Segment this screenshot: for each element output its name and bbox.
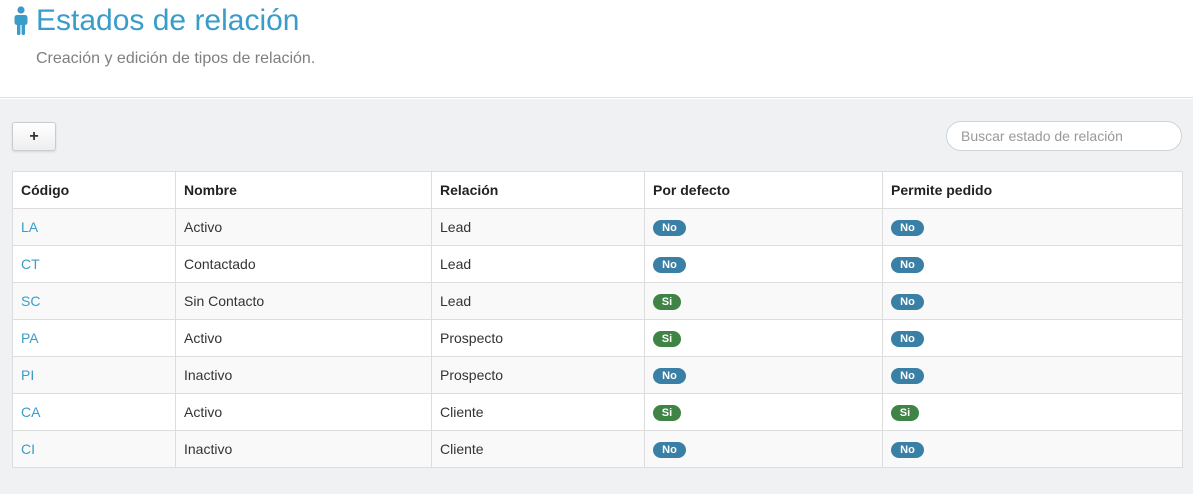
codigo-cell: CT [12,245,176,283]
column-header-nombre[interactable]: Nombre [175,171,432,209]
por-defecto-badge: No [653,442,686,458]
table-row[interactable]: CT Contactado Lead No No [12,245,1183,283]
por-defecto-cell: Si [644,319,883,357]
permite-pedido-cell: No [882,356,1183,394]
por-defecto-cell: Si [644,282,883,320]
table-row[interactable]: SC Sin Contacto Lead Si No [12,282,1183,320]
permite-pedido-badge: No [891,331,924,347]
permite-pedido-badge: No [891,257,924,273]
por-defecto-badge: No [653,220,686,236]
permite-pedido-badge: No [891,368,924,384]
table-row[interactable]: LA Activo Lead No No [12,208,1183,246]
por-defecto-cell: No [644,245,883,283]
column-header-permite-pedido[interactable]: Permite pedido [882,171,1183,209]
por-defecto-cell: Si [644,393,883,431]
codigo-cell: PI [12,356,176,394]
permite-pedido-cell: No [882,208,1183,246]
person-icon [14,6,28,35]
page-subtitle: Creación y edición de tipos de relación. [36,50,316,67]
codigo-cell: SC [12,282,176,320]
relation-states-table: Código Nombre Relación Por defecto Permi… [12,171,1183,468]
relacion-cell: Lead [431,282,645,320]
por-defecto-badge: Si [653,331,681,347]
permite-pedido-badge: No [891,220,924,236]
codigo-link[interactable]: CI [21,441,35,457]
por-defecto-cell: No [644,208,883,246]
table-row[interactable]: CA Activo Cliente Si Si [12,393,1183,431]
page-title: Estados de relación [36,4,300,37]
relacion-cell: Prospecto [431,356,645,394]
table-row[interactable]: PA Activo Prospecto Si No [12,319,1183,357]
codigo-cell: PA [12,319,176,357]
codigo-link[interactable]: CA [21,404,40,420]
por-defecto-badge: Si [653,294,681,310]
title-row: Estados de relación [12,4,300,38]
column-header-por-defecto[interactable]: Por defecto [644,171,883,209]
codigo-link[interactable]: LA [21,219,38,235]
relacion-cell: Cliente [431,430,645,468]
permite-pedido-cell: Si [882,393,1183,431]
nombre-cell: Contactado [175,245,432,283]
table-header-row: Código Nombre Relación Por defecto Permi… [12,171,1183,209]
search-input[interactable] [946,121,1182,151]
table-row[interactable]: PI Inactivo Prospecto No No [12,356,1183,394]
por-defecto-badge: Si [653,405,681,421]
nombre-cell: Activo [175,393,432,431]
column-header-codigo[interactable]: Código [12,171,176,209]
codigo-cell: CI [12,430,176,468]
permite-pedido-cell: No [882,245,1183,283]
codigo-link[interactable]: CT [21,256,40,272]
nombre-cell: Activo [175,208,432,246]
por-defecto-cell: No [644,430,883,468]
codigo-cell: LA [12,208,176,246]
permite-pedido-cell: No [882,319,1183,357]
table-row[interactable]: CI Inactivo Cliente No No [12,430,1183,468]
por-defecto-badge: No [653,368,686,384]
codigo-cell: CA [12,393,176,431]
add-button[interactable]: + [12,122,56,151]
relacion-cell: Lead [431,208,645,246]
codigo-link[interactable]: SC [21,293,40,309]
relacion-cell: Cliente [431,393,645,431]
nombre-cell: Inactivo [175,430,432,468]
permite-pedido-badge: Si [891,405,919,421]
codigo-link[interactable]: PA [21,330,39,346]
relacion-cell: Lead [431,245,645,283]
content-area: + Código Nombre Relación Por defecto Per… [0,99,1193,494]
column-header-relacion[interactable]: Relación [431,171,645,209]
nombre-cell: Inactivo [175,356,432,394]
relacion-cell: Prospecto [431,319,645,357]
por-defecto-badge: No [653,257,686,273]
por-defecto-cell: No [644,356,883,394]
nombre-cell: Activo [175,319,432,357]
permite-pedido-cell: No [882,282,1183,320]
permite-pedido-badge: No [891,442,924,458]
permite-pedido-cell: No [882,430,1183,468]
page-header: Estados de relación Creación y edición d… [0,0,1193,98]
codigo-link[interactable]: PI [21,367,34,383]
permite-pedido-badge: No [891,294,924,310]
nombre-cell: Sin Contacto [175,282,432,320]
